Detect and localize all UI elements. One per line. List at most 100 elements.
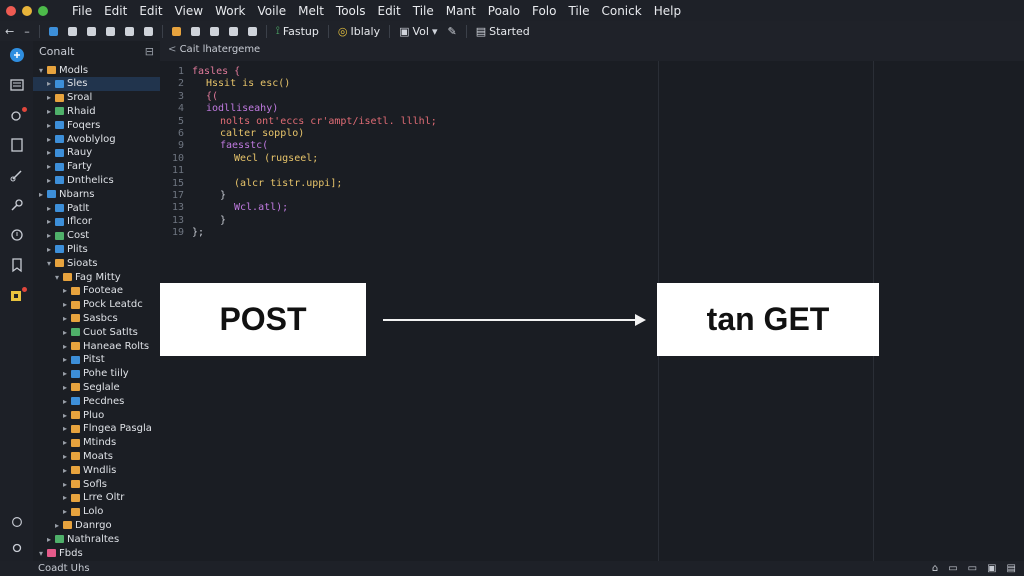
tree-item[interactable]: ▸ Mtinds [33,436,160,450]
menu-item[interactable]: Melt [292,4,330,18]
tree-item[interactable]: ▸ Farty [33,160,160,174]
iblaly-button[interactable]: ◎ Iblaly [333,25,385,38]
tree-item[interactable]: ▸ Rauy [33,146,160,160]
tree-item[interactable]: ▸ Nathraltes [33,532,160,546]
tree-item[interactable]: ▸ Wndlis [33,463,160,477]
chevron-right-icon[interactable]: ▸ [61,300,69,309]
menu-item[interactable]: Help [648,4,687,18]
minimize-window-button[interactable] [22,5,32,16]
git-icon[interactable] [8,287,27,305]
files-icon[interactable] [8,47,26,65]
chevron-right-icon[interactable]: ▸ [53,521,61,530]
tree-item[interactable]: ▸ Cost [33,229,160,243]
tree-item[interactable]: ▸ Pock Leatdc [33,298,160,312]
chevron-right-icon[interactable]: ▸ [61,411,69,420]
tree-item[interactable]: ▸ Cuot Satlts [33,325,160,339]
tree-item[interactable]: ▸ Sles [33,76,160,91]
chevron-right-icon[interactable]: ▸ [45,107,53,116]
tree-item[interactable]: ▸ Rhaid [33,104,160,118]
chevron-right-icon[interactable]: ▸ [61,507,69,516]
search-button[interactable] [120,26,139,36]
chevron-right-icon[interactable]: ▸ [61,383,69,392]
status-icon-4[interactable]: ▣ [987,563,996,574]
tree-item[interactable]: ▾ Fbds [33,546,160,560]
chevron-right-icon[interactable]: ▸ [61,369,69,378]
menu-item[interactable]: Poalo [482,4,526,18]
chevron-right-icon[interactable]: ▸ [37,190,45,199]
started-button[interactable]: ▤ Started [471,25,535,38]
open-folder-button[interactable] [63,26,82,36]
chevron-right-icon[interactable]: ▸ [45,245,53,254]
chevron-right-icon[interactable]: ▸ [45,135,53,144]
menu-item[interactable]: Edit [133,4,168,18]
debug-icon[interactable] [8,227,26,245]
chevron-right-icon[interactable]: ▸ [45,148,53,157]
chevron-right-icon[interactable]: ▸ [61,438,69,447]
tree-item[interactable]: ▸ Avoblylog [33,132,160,146]
menu-item[interactable]: File [66,4,98,18]
chevron-right-icon[interactable]: ▸ [45,162,53,171]
tree-item[interactable]: ▸ Dnthelics [33,173,160,187]
chevron-right-icon[interactable]: ▸ [61,286,69,295]
tree-item[interactable]: ▸ Sroal [33,91,160,105]
new-file-button[interactable] [44,26,63,36]
tree-item[interactable]: ▸ Flngea Pasgla [33,422,160,436]
collapse-icon[interactable]: ⊟ [145,45,154,58]
chevron-down-icon[interactable]: ▾ [37,549,45,558]
menu-item[interactable]: Work [209,4,251,18]
tree-item[interactable]: ▸ Foqers [33,118,160,132]
account-icon[interactable] [8,515,26,533]
tree-item[interactable]: ▸ Sofls [33,477,160,491]
chevron-right-icon[interactable]: ▸ [45,79,53,88]
chevron-right-icon[interactable]: ▸ [45,176,53,185]
chevron-right-icon[interactable]: ▸ [61,355,69,364]
tree-item[interactable]: ▸ Haneae Rolts [33,339,160,353]
explorer-icon[interactable] [8,77,26,95]
chevron-right-icon[interactable]: ▸ [45,217,53,226]
tree-item[interactable]: ▸ Pitst [33,353,160,367]
chevron-right-icon[interactable]: ▸ [61,480,69,489]
chevron-down-icon[interactable]: ▾ [37,66,45,75]
tree-item[interactable]: ▸ Pohe tiily [33,367,160,381]
bookmark-icon[interactable] [8,257,26,275]
tree-item[interactable]: ▸ Pluo [33,408,160,422]
tree-item[interactable]: ▸ Footeae [33,284,160,298]
run-button[interactable] [186,26,205,36]
chevron-down-icon[interactable]: ▾ [53,273,61,282]
back-button[interactable]: ← [0,25,19,38]
tree-item[interactable]: ▸ Patlt [33,201,160,215]
chevron-right-icon[interactable]: ▸ [61,493,69,502]
chevron-right-icon[interactable]: ▸ [61,342,69,351]
menu-item[interactable]: Tile [407,4,440,18]
replace-button[interactable] [139,26,158,36]
forward-button[interactable]: – [19,25,35,38]
build-button[interactable] [167,26,186,36]
tree-item[interactable]: ▸ Nbarns [33,187,160,201]
chevron-right-icon[interactable]: ▸ [45,231,53,240]
debug-button[interactable] [205,26,224,36]
chevron-right-icon[interactable]: ▸ [45,121,53,130]
menu-item[interactable]: Tools [330,4,372,18]
tree-item[interactable]: ▸ Iflcor [33,215,160,229]
book-icon[interactable] [8,137,26,155]
tree-item[interactable]: ▾ Sioats [33,256,160,270]
tree-item[interactable]: ▸ Danrgo [33,518,160,532]
chevron-right-icon[interactable]: ▸ [61,314,69,323]
maximize-window-button[interactable] [38,5,48,16]
status-icon-3[interactable]: ▭ [968,563,977,574]
status-icon-5[interactable]: ▤ [1007,563,1016,574]
menu-item[interactable]: Edit [371,4,406,18]
menu-item[interactable]: Tile [562,4,595,18]
tree-item[interactable]: ▸ Seglale [33,380,160,394]
close-window-button[interactable] [6,5,16,16]
menu-item[interactable]: View [169,4,209,18]
chevron-right-icon[interactable]: ▸ [61,397,69,406]
extensions-icon[interactable] [8,107,27,125]
fastup-button[interactable]: ⟟ Fastup [271,24,324,38]
tree-item[interactable]: ▾ Fag Mitty [33,270,160,284]
save-all-button[interactable] [101,26,120,36]
menu-item[interactable]: Folo [526,4,563,18]
tree-item[interactable]: ▸ Lolo [33,505,160,519]
status-icon-1[interactable]: ⌂ [932,563,938,574]
menu-item[interactable]: Voile [251,4,292,18]
